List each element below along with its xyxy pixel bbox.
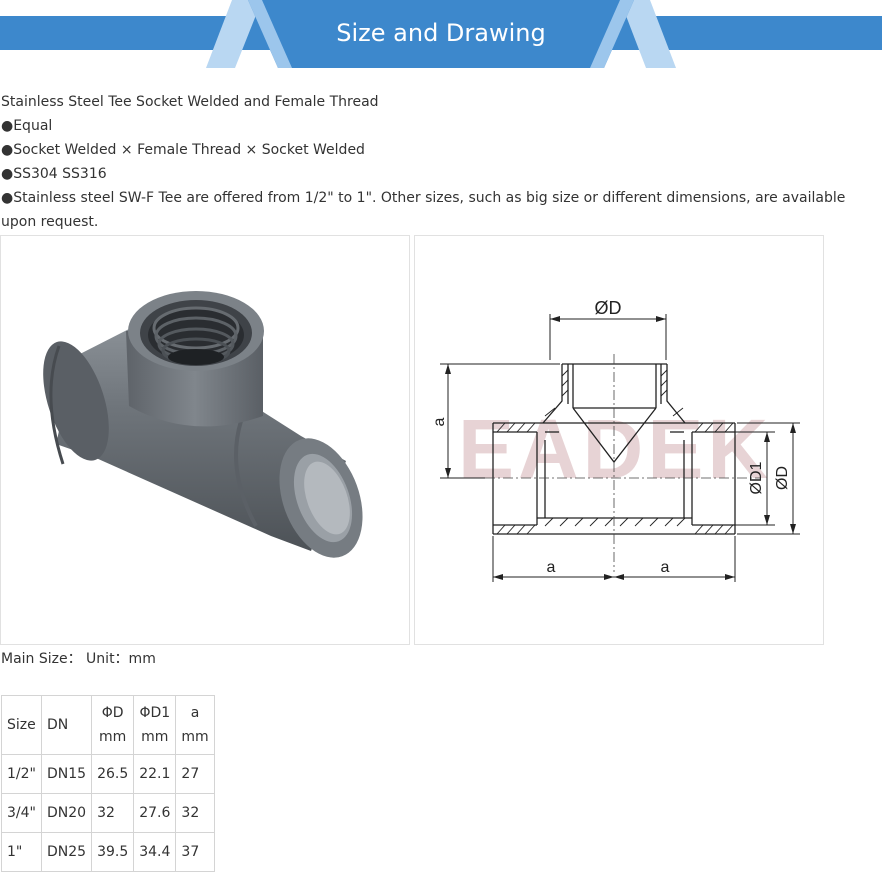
dim-label-d1: ØD1 <box>748 461 765 494</box>
product-name: Stainless Steel Tee Socket Welded and Fe… <box>1 94 379 110</box>
table-row: 1/2" DN15 26.5 22.1 27 <box>1 754 215 794</box>
dim-label-top-d: ØD <box>595 298 622 318</box>
table-cell-d: 26.5 <box>91 754 135 794</box>
dim-label-d-side: ØD <box>774 466 791 490</box>
watermark-logo: EADEK <box>458 402 772 496</box>
table-cell-a: 37 <box>175 832 215 872</box>
table-cell-size: 3/4" <box>1 793 42 833</box>
feature-equal: ●Equal <box>1 118 53 134</box>
table-header-row: Size DN ΦD mm ΦD1 mm a mm <box>1 695 215 755</box>
table-cell-d1: 22.1 <box>133 754 177 794</box>
table-cell-size: 1/2" <box>1 754 42 794</box>
table-cell-dn: DN25 <box>40 832 93 872</box>
table-row: 1" DN25 39.5 34.4 37 <box>1 832 215 872</box>
dim-label-a-vertical: a <box>431 417 448 426</box>
table-cell-d: 32 <box>91 793 135 833</box>
dimension-drawing: EADEK ØD a ØD1 ØD a a <box>431 298 800 582</box>
table-header-size: Size <box>1 695 42 755</box>
table-cell-d1: 27.6 <box>133 793 177 833</box>
feature-sizes: ●Stainless steel SW-F Tee are offered fr… <box>1 190 846 230</box>
size-table: Size DN ΦD mm ΦD1 mm a mm 1/2" DN15 26.5 22… <box>1 695 215 872</box>
table-cell-dn: DN15 <box>40 754 93 794</box>
main-size-caption: Main Size： Unit：mm <box>1 651 156 667</box>
table-cell-a: 32 <box>175 793 215 833</box>
tee-fitting-image <box>43 291 363 558</box>
table-cell-dn: DN20 <box>40 793 93 833</box>
technical-drawing: EADEK ØD a ØD1 ØD a a <box>414 235 824 645</box>
banner-title: Size and Drawing <box>336 19 546 47</box>
dim-label-a-left: a <box>547 559 556 576</box>
table-header-phi-d1: ΦD1 mm <box>133 695 177 755</box>
table-cell-size: 1" <box>1 832 42 872</box>
table-row: 3/4" DN20 32 27.6 32 <box>1 793 215 833</box>
product-photo <box>0 235 410 645</box>
dim-label-a-right: a <box>661 559 670 576</box>
table-cell-a: 27 <box>175 754 215 794</box>
section-banner: Size and Drawing <box>0 0 882 68</box>
table-header-a: a mm <box>175 695 215 755</box>
feature-connection: ●Socket Welded × Female Thread × Socket … <box>1 142 365 158</box>
table-header-phi-d: ΦD mm <box>91 695 135 755</box>
table-header-dn: DN <box>40 695 93 755</box>
table-cell-d1: 34.4 <box>133 832 177 872</box>
feature-material: ●SS304 SS316 <box>1 166 107 182</box>
table-cell-d: 39.5 <box>91 832 135 872</box>
product-description: Stainless Steel Tee Socket Welded and Fe… <box>1 90 861 234</box>
figures-panel: EADEK ØD a ØD1 ØD a a <box>0 235 824 647</box>
